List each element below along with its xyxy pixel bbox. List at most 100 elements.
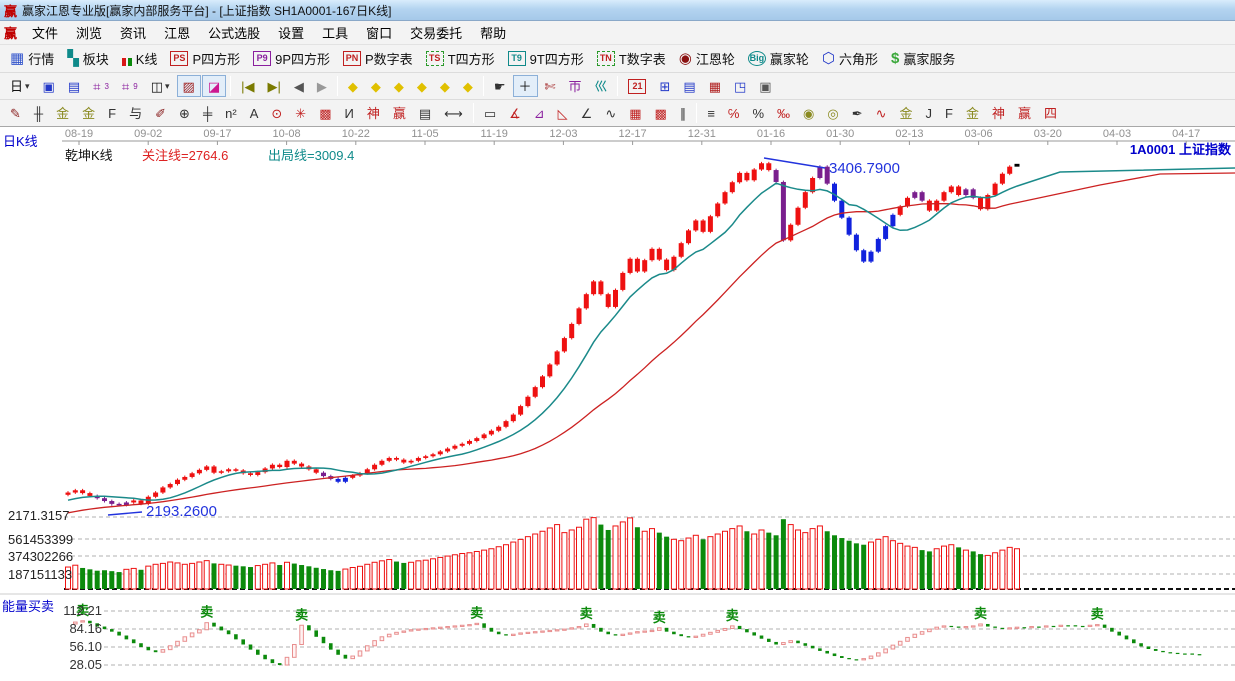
draw-gold-grid-tool[interactable]: 金: [50, 102, 75, 124]
gann-pattern-tool[interactable]: ▨: [177, 75, 201, 97]
draw-j-angle-tool[interactable]: J: [920, 102, 939, 124]
draw-gold-pen-tool[interactable]: ✒: [846, 102, 869, 124]
draw-fan-box-tool[interactable]: ⊿: [528, 102, 551, 124]
draw-percent-tool[interactable]: %: [746, 102, 770, 124]
draw-wave-marks-tool[interactable]: И: [339, 102, 360, 124]
kline-button[interactable]: K线: [116, 48, 164, 70]
draw-grid-b-tool[interactable]: ▩: [649, 102, 673, 124]
date-tick-label: 04-03: [1103, 128, 1131, 140]
angle-cut-tool[interactable]: ✄: [539, 75, 562, 97]
draw-permille-tool[interactable]: ‰: [771, 102, 796, 124]
menu-item-3[interactable]: 江恩: [155, 20, 199, 45]
draw-wave-line-tool[interactable]: ∿: [870, 102, 893, 124]
draw-gold-angle-tool[interactable]: 金: [960, 102, 985, 124]
hexagon-button[interactable]: ⬡六角形: [816, 48, 884, 70]
hand-tool[interactable]: ☛: [488, 75, 512, 97]
step-forward-button[interactable]: ▶: [311, 75, 333, 97]
window-cascade-tool[interactable]: ▣: [37, 75, 61, 97]
diamond-move-right-tool[interactable]: ◆: [365, 75, 387, 97]
quotes-button[interactable]: ▦行情: [4, 48, 60, 70]
calendar-tool[interactable]: 21: [622, 75, 652, 97]
draw-mirror-tool[interactable]: A: [244, 102, 265, 124]
step-back-button[interactable]: ◀: [288, 75, 310, 97]
menu-item-8[interactable]: 交易委托: [401, 20, 471, 45]
bars-9-tool[interactable]: ⌗9: [116, 75, 144, 97]
crosshair-tool[interactable]: ＋: [513, 75, 538, 97]
gann-wheel-button[interactable]: ◉江恩轮: [673, 48, 741, 70]
symbol-label: 1A0001 上证指数: [1130, 139, 1231, 158]
menu-item-9[interactable]: 帮助: [471, 20, 515, 45]
draw-percent-band-tool[interactable]: ℅: [722, 102, 746, 124]
draw-ruler-table-tool[interactable]: ▤: [413, 102, 437, 124]
menu-item-0[interactable]: 文件: [23, 20, 67, 45]
draw-price-grid-tool[interactable]: ╫: [28, 102, 49, 124]
draw-spiral-tool[interactable]: 与: [123, 102, 148, 124]
pane-label-daily-kline[interactable]: 日K线: [3, 131, 38, 150]
draw-gold-line-tool[interactable]: 金: [894, 102, 919, 124]
draw-gold-ring-tool[interactable]: ◎: [821, 102, 844, 124]
candle-style-dropdown[interactable]: ◫▾: [145, 75, 176, 97]
bars-3-tool[interactable]: ⌗3: [87, 75, 115, 97]
sectors-button[interactable]: ▚板块: [61, 48, 115, 70]
draw-win-grid-tool[interactable]: 赢: [387, 102, 412, 124]
title-bar[interactable]: 赢 赢家江恩专业版[赢家内部服务平台] - [上证指数 SH1A0001-167…: [0, 0, 1235, 21]
draw-gold-circle-tool[interactable]: ◉: [797, 102, 820, 124]
draw-win-angle-tool[interactable]: 赢: [1012, 102, 1037, 124]
diamond-compress-tool[interactable]: ◆: [411, 75, 433, 97]
draw-fan-square-tool[interactable]: ◺: [552, 102, 574, 124]
menu-item-6[interactable]: 工具: [313, 20, 357, 45]
draw-fan-tool[interactable]: ∡: [503, 102, 527, 124]
diamond-expand-tool[interactable]: ◆: [388, 75, 410, 97]
info-panel-tool[interactable]: ▤: [62, 75, 86, 97]
go-first-button[interactable]: |◀: [235, 75, 260, 97]
draw-zigzag-tool[interactable]: ∿: [599, 102, 622, 124]
draw-fibo-tool[interactable]: F: [102, 102, 122, 124]
draw-si-angle-tool[interactable]: 四: [1038, 102, 1063, 124]
save-tool[interactable]: ▦: [703, 75, 727, 97]
draw-gold-grid2-tool[interactable]: 金: [76, 102, 101, 124]
p-number-table-button[interactable]: PNP数字表: [337, 48, 419, 70]
draw-time-grid-tool[interactable]: ╪: [197, 102, 218, 124]
winner-wheel-button[interactable]: Big赢家轮: [742, 48, 815, 70]
print-tool[interactable]: ▣: [753, 75, 777, 97]
draw-pen-tool[interactable]: ✎: [4, 102, 27, 124]
kline-chart-canvas[interactable]: 卖卖卖卖卖卖卖卖卖: [0, 127, 1235, 681]
go-last-button[interactable]: ▶|: [262, 75, 287, 97]
t-square-button[interactable]: TST四方形: [420, 48, 501, 70]
menu-item-4[interactable]: 公式选股: [199, 20, 269, 45]
period-day-dropdown[interactable]: 日▾: [4, 75, 36, 97]
draw-f-angle-tool[interactable]: F: [939, 102, 959, 124]
draw-n-square-tool[interactable]: n²: [219, 102, 243, 124]
menu-item-1[interactable]: 浏览: [67, 20, 111, 45]
diamond-move-left-tool[interactable]: ◆: [342, 75, 364, 97]
t-number-table-button[interactable]: TNT数字表: [591, 48, 672, 70]
diamond-zoom-in-tool[interactable]: ◆: [434, 75, 456, 97]
menu-item-7[interactable]: 窗口: [357, 20, 401, 45]
draw-angle-fan-tool[interactable]: ∠: [575, 102, 599, 124]
draw-parallel-tool[interactable]: ∥: [674, 102, 693, 124]
draw-shen-angle-tool[interactable]: 神: [986, 102, 1011, 124]
draw-target-tool[interactable]: ⊙: [265, 102, 288, 124]
draw-shen-grid-tool[interactable]: 神: [361, 102, 386, 124]
9p-square-button[interactable]: P99P四方形: [247, 48, 336, 70]
draw-list-tool[interactable]: ≡: [701, 102, 721, 124]
diamond-zoom-out-tool[interactable]: ◆: [457, 75, 479, 97]
draw-marker-tool[interactable]: ✐: [149, 102, 172, 124]
draw-cycle-circle-tool[interactable]: ⊕: [173, 102, 196, 124]
draw-box-tool[interactable]: ▭: [478, 102, 502, 124]
draw-red-grid-tool[interactable]: ▩: [313, 102, 337, 124]
winner-service-button[interactable]: $赢家服务: [885, 48, 961, 70]
9t-square-button[interactable]: T99T四方形: [502, 48, 590, 70]
notes-tool[interactable]: ▤: [677, 75, 701, 97]
menu-item-2[interactable]: 资讯: [111, 20, 155, 45]
p-square-button[interactable]: PSP四方形: [164, 48, 246, 70]
draw-grid-a-tool[interactable]: ▦: [623, 102, 647, 124]
menu-item-5[interactable]: 设置: [269, 20, 313, 45]
flag-tool[interactable]: 帀: [562, 75, 587, 97]
volume-profile-tool[interactable]: ◪: [202, 75, 226, 97]
cloud-tool[interactable]: 巛: [588, 75, 613, 97]
draw-span-tool[interactable]: ⟷: [438, 102, 469, 124]
calculator-tool[interactable]: ⊞: [653, 75, 676, 97]
export-tool[interactable]: ◳: [728, 75, 752, 97]
draw-star-tool[interactable]: ✳: [289, 102, 312, 124]
